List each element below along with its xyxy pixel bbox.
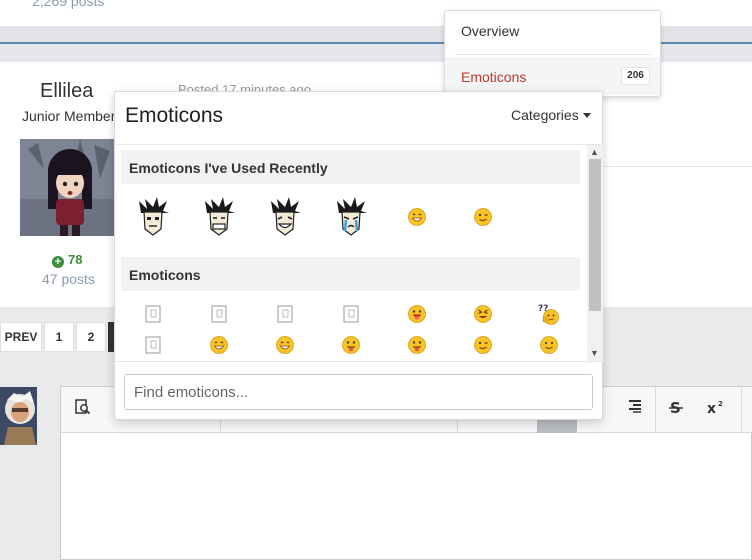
author-rank: Junior Member bbox=[22, 108, 116, 124]
emoticon-search-input[interactable] bbox=[124, 374, 593, 410]
post-divider bbox=[602, 166, 752, 167]
wilson-cry-icon[interactable] bbox=[331, 197, 371, 237]
grin-emoji-icon[interactable] bbox=[265, 325, 305, 361]
pagination-prev-button[interactable]: PREV bbox=[0, 322, 42, 352]
smile-emoji-icon[interactable] bbox=[529, 325, 569, 361]
category-menu-item-overview[interactable]: Overview bbox=[461, 23, 519, 39]
caret-down-icon bbox=[582, 113, 591, 118]
scrollbar-thumb[interactable] bbox=[589, 159, 601, 311]
strikethrough-icon[interactable]: S bbox=[669, 399, 683, 420]
categories-dropdown-label: Categories bbox=[511, 107, 579, 123]
emoticon-list-scrollbar[interactable]: ▲ ▼ bbox=[587, 145, 603, 361]
emoticon-picker-footer bbox=[115, 361, 603, 420]
grin-emoji-icon[interactable] bbox=[397, 197, 437, 237]
superscript-icon[interactable]: x2 bbox=[707, 399, 725, 420]
emoticon-picker-caret bbox=[226, 328, 258, 342]
category-count-badge: 206 bbox=[621, 67, 650, 85]
wink-emoji-icon[interactable] bbox=[463, 325, 503, 361]
section-header-emoticons: Emoticons bbox=[121, 257, 580, 291]
menu-divider bbox=[455, 54, 651, 55]
tongue-out-emoji-icon[interactable] bbox=[397, 325, 437, 361]
emoticon-list[interactable]: Emoticons I've Used Recently Emoticons ?… bbox=[115, 144, 603, 361]
scroll-up-icon[interactable]: ▲ bbox=[590, 147, 599, 157]
pagination: PREV 1 2 bbox=[0, 322, 122, 352]
categories-dropdown-button[interactable]: Categories bbox=[511, 107, 591, 123]
plus-circle-icon: + bbox=[52, 256, 64, 268]
preview-icon[interactable] bbox=[75, 399, 91, 420]
wilson-icon[interactable] bbox=[133, 197, 173, 237]
section-header-recent: Emoticons I've Used Recently bbox=[121, 150, 580, 184]
wilson-laugh-icon[interactable] bbox=[265, 197, 305, 237]
author-avatar[interactable] bbox=[20, 139, 120, 236]
emoticon-picker: Emoticons Categories Emoticons I've Used… bbox=[114, 91, 603, 420]
tongue-out-emoji-icon[interactable] bbox=[331, 325, 371, 361]
reputation-value: 78 bbox=[68, 252, 83, 267]
reputation-badge: +78 bbox=[52, 252, 82, 268]
toolbar-separator bbox=[741, 387, 742, 433]
toolbar-separator bbox=[655, 387, 656, 433]
reply-user-avatar[interactable] bbox=[0, 387, 37, 445]
emoticon-picker-title: Emoticons bbox=[125, 104, 224, 127]
categories-menu: Overview Emoticons 206 bbox=[444, 10, 661, 97]
broken-image-icon[interactable] bbox=[133, 325, 173, 361]
align-right-icon[interactable] bbox=[627, 399, 643, 418]
author-post-count[interactable]: 47 posts bbox=[42, 271, 95, 287]
category-menu-item-label: Emoticons bbox=[461, 69, 527, 85]
previous-post-count: 2,269 posts bbox=[32, 0, 105, 9]
scroll-down-icon[interactable]: ▼ bbox=[590, 348, 599, 358]
wink-emoji-icon[interactable] bbox=[463, 197, 503, 237]
pagination-page-2[interactable]: 2 bbox=[76, 322, 106, 352]
category-menu-item-emoticons[interactable]: Emoticons 206 bbox=[445, 57, 660, 95]
svg-text:x: x bbox=[707, 401, 716, 415]
wilson-grin-icon[interactable] bbox=[199, 197, 239, 237]
svg-text:S: S bbox=[670, 399, 681, 415]
author-name[interactable]: Ellilea bbox=[40, 80, 93, 103]
pagination-page-1[interactable]: 1 bbox=[44, 322, 74, 352]
svg-text:2: 2 bbox=[718, 400, 723, 408]
